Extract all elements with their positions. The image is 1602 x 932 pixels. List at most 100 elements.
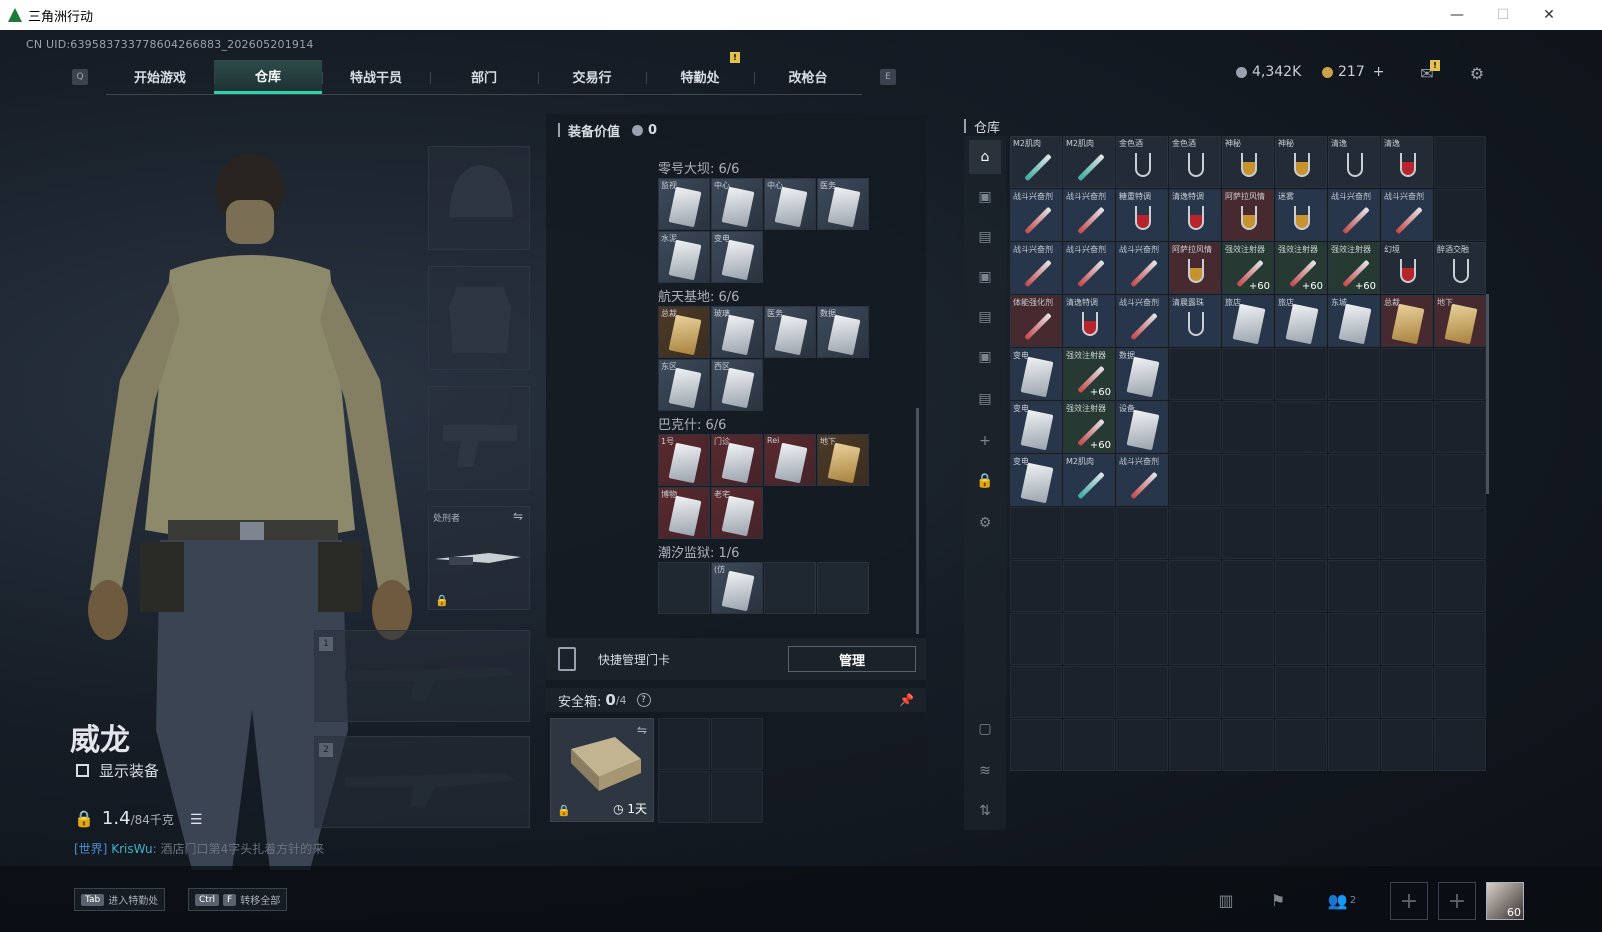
- warehouse-item[interactable]: M2肌肉: [1063, 136, 1115, 188]
- warehouse-item[interactable]: 旅店: [1222, 295, 1274, 347]
- world-chat-line[interactable]: [世界] KrisWu: 酒店门口第4字头扎着方针的来: [74, 840, 324, 857]
- warehouse-item[interactable]: 变电: [1010, 348, 1062, 400]
- warehouse-item[interactable]: 金色酒: [1116, 136, 1168, 188]
- keycard-item[interactable]: 中心: [764, 178, 816, 230]
- maximize-button[interactable]: ☐: [1480, 0, 1526, 30]
- warehouse-item[interactable]: 强效注射器 +60: [1063, 401, 1115, 453]
- pistol-slot[interactable]: [428, 386, 530, 490]
- warehouse-item[interactable]: 战斗兴奋剂: [1116, 454, 1168, 506]
- keycard-item[interactable]: 变电: [711, 231, 763, 283]
- tab-0[interactable]: 开始游戏: [106, 60, 214, 94]
- empty-warehouse-cell[interactable]: [1434, 613, 1486, 665]
- empty-warehouse-cell[interactable]: [1063, 719, 1115, 771]
- empty-warehouse-cell[interactable]: [1169, 719, 1221, 771]
- armor-slot[interactable]: [428, 266, 530, 370]
- empty-warehouse-cell[interactable]: [1328, 560, 1380, 612]
- keycard-item[interactable]: 1号: [658, 434, 710, 486]
- warehouse-item[interactable]: 战斗兴奋剂: [1010, 242, 1062, 294]
- warehouse-item[interactable]: 地下: [1434, 295, 1486, 347]
- warehouse-item[interactable]: 迷雾: [1275, 189, 1327, 241]
- warehouse-item[interactable]: M2肌肉: [1010, 136, 1062, 188]
- close-button[interactable]: ✕: [1526, 0, 1572, 30]
- empty-warehouse-cell[interactable]: [1381, 613, 1433, 665]
- empty-warehouse-cell[interactable]: [1222, 719, 1274, 771]
- safe-slot[interactable]: [658, 771, 710, 823]
- list-icon[interactable]: ☰: [190, 812, 203, 828]
- empty-warehouse-cell[interactable]: [1169, 507, 1221, 559]
- empty-warehouse-cell[interactable]: [1063, 507, 1115, 559]
- warehouse-item[interactable]: 变电: [1010, 401, 1062, 453]
- transfer-all-hint[interactable]: Ctrl F 转移全部: [188, 888, 288, 911]
- warehouse-item[interactable]: 战斗兴奋剂: [1063, 242, 1115, 294]
- empty-warehouse-cell[interactable]: [1434, 560, 1486, 612]
- empty-warehouse-cell[interactable]: [1169, 666, 1221, 718]
- settings-gear-icon[interactable]: ⚙: [1466, 64, 1488, 83]
- empty-warehouse-cell[interactable]: [1116, 719, 1168, 771]
- empty-warehouse-cell[interactable]: [1381, 401, 1433, 453]
- empty-warehouse-cell[interactable]: [1275, 613, 1327, 665]
- warehouse-item[interactable]: M2肌肉: [1063, 454, 1115, 506]
- empty-warehouse-cell[interactable]: [1275, 454, 1327, 506]
- warehouse-item[interactable]: 战斗兴奋剂: [1328, 189, 1380, 241]
- empty-warehouse-cell[interactable]: [1381, 719, 1433, 771]
- empty-keycard-slot[interactable]: [658, 562, 710, 614]
- warehouse-item[interactable]: 神秘: [1222, 136, 1274, 188]
- warehouse-tab-6-icon[interactable]: ▤: [975, 390, 995, 408]
- safe-slot[interactable]: [711, 771, 763, 823]
- empty-warehouse-cell[interactable]: [1434, 454, 1486, 506]
- keycard-item[interactable]: 数据: [817, 306, 869, 358]
- empty-warehouse-cell[interactable]: [1222, 454, 1274, 506]
- warehouse-item[interactable]: 阿萨拉风情: [1169, 242, 1221, 294]
- keycard-item[interactable]: 医务: [817, 178, 869, 230]
- tab-4[interactable]: 交易行: [538, 60, 646, 94]
- tab-3[interactable]: 部门: [430, 60, 538, 94]
- warehouse-tab-4-icon[interactable]: ▤: [975, 308, 995, 326]
- friends-icon[interactable]: 👥 2: [1320, 886, 1364, 914]
- primary-weapon-slot-1[interactable]: 1: [314, 630, 530, 722]
- safe-swap-icon[interactable]: ⇋: [637, 723, 647, 737]
- warehouse-item[interactable]: 醉酒交融: [1434, 242, 1486, 294]
- warehouse-tab-5-icon[interactable]: ▣: [975, 348, 995, 366]
- empty-warehouse-cell[interactable]: [1328, 719, 1380, 771]
- chat-username[interactable]: KrisWu: [111, 842, 152, 856]
- warehouse-item[interactable]: 战斗兴奋剂: [1116, 295, 1168, 347]
- empty-warehouse-cell[interactable]: [1328, 666, 1380, 718]
- empty-warehouse-cell[interactable]: [1275, 401, 1327, 453]
- warehouse-item[interactable]: 变电: [1010, 454, 1062, 506]
- warehouse-item[interactable]: 旅店: [1275, 295, 1327, 347]
- safe-help-icon[interactable]: ?: [636, 693, 651, 707]
- empty-warehouse-cell[interactable]: [1116, 613, 1168, 665]
- empty-warehouse-cell[interactable]: [1434, 666, 1486, 718]
- keycard-item[interactable]: 博物: [658, 487, 710, 539]
- empty-warehouse-cell[interactable]: [1169, 401, 1221, 453]
- empty-warehouse-cell[interactable]: [1222, 666, 1274, 718]
- empty-keycard-slot[interactable]: [817, 562, 869, 614]
- empty-warehouse-cell[interactable]: [1063, 560, 1115, 612]
- warehouse-tab-3-icon[interactable]: ▣: [975, 268, 995, 286]
- tab-6[interactable]: 改枪台: [754, 60, 862, 94]
- empty-warehouse-cell[interactable]: [1381, 454, 1433, 506]
- warehouse-tab-1-icon[interactable]: ▣: [975, 188, 995, 206]
- nav-next-key[interactable]: E: [880, 69, 896, 85]
- keycard-item[interactable]: 老宅: [711, 487, 763, 539]
- empty-warehouse-cell[interactable]: [1116, 560, 1168, 612]
- warehouse-item[interactable]: 强效注射器 +60: [1222, 242, 1274, 294]
- warehouse-all-icon[interactable]: ⌂: [969, 140, 1001, 174]
- empty-warehouse-cell[interactable]: [1010, 666, 1062, 718]
- tab-1[interactable]: 仓库: [214, 59, 322, 94]
- empty-keycard-slot[interactable]: [764, 562, 816, 614]
- keycard-item[interactable]: 东区: [658, 359, 710, 411]
- warehouse-item[interactable]: 数据: [1116, 348, 1168, 400]
- keycard-item[interactable]: 西区: [711, 359, 763, 411]
- empty-warehouse-cell[interactable]: [1169, 348, 1221, 400]
- safe-box-item[interactable]: ⇋ 🔒 ◷ 1天: [550, 718, 654, 822]
- warehouse-item[interactable]: 金色酒: [1169, 136, 1221, 188]
- warehouse-item[interactable]: 战斗兴奋剂: [1116, 242, 1168, 294]
- empty-warehouse-cell[interactable]: [1434, 136, 1486, 188]
- empty-warehouse-cell[interactable]: [1434, 401, 1486, 453]
- melee-slot[interactable]: 处刑者 ⇋ 🔒: [428, 506, 530, 610]
- warehouse-item[interactable]: 清逸: [1328, 136, 1380, 188]
- empty-warehouse-cell[interactable]: [1434, 348, 1486, 400]
- keycard-item[interactable]: 门诊: [711, 434, 763, 486]
- empty-warehouse-cell[interactable]: [1275, 719, 1327, 771]
